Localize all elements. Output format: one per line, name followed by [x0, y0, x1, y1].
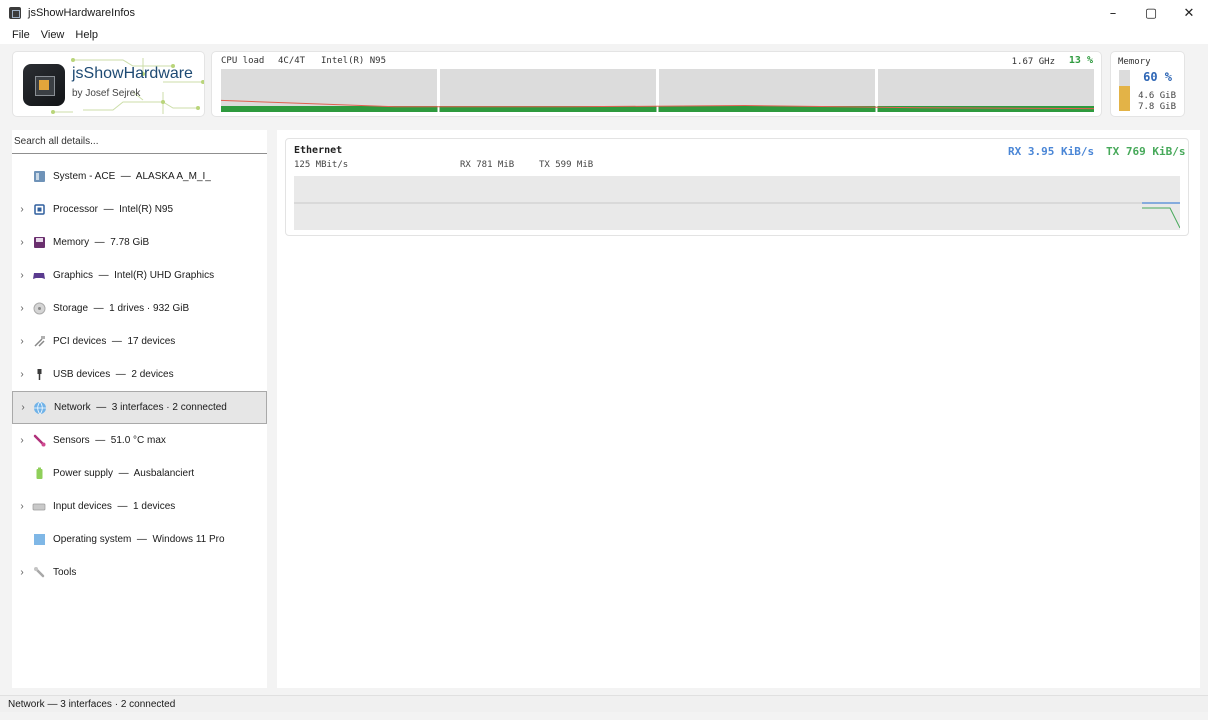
tree-item-label: System - ACE — ALASKA A_M_I_ — [53, 171, 211, 182]
chevron-right-icon[interactable]: › — [12, 369, 32, 380]
disk-icon — [32, 302, 46, 316]
tx-total: TX 599 MiB — [539, 160, 594, 170]
memory-usage-bar — [1119, 70, 1130, 111]
rx-total: RX 781 MiB — [460, 160, 515, 170]
chip-logo-icon — [23, 64, 65, 106]
status-text: Network — 3 interfaces · 2 connected — [8, 698, 176, 710]
chevron-right-icon[interactable]: › — [12, 270, 32, 281]
memory-usage-fill — [1119, 86, 1130, 111]
chevron-right-icon[interactable]: › — [12, 435, 32, 446]
search-input[interactable] — [12, 130, 267, 154]
chevron-right-icon[interactable]: › — [12, 303, 32, 314]
tree-item-usb[interactable]: › USB devices — 2 devices — [12, 358, 267, 391]
tree-item-power[interactable]: Power supply — Ausbalanciert — [12, 457, 267, 490]
tree-item-label: USB devices — 2 devices — [53, 369, 174, 380]
menu-file[interactable]: File — [12, 29, 30, 41]
tree-item-tools[interactable]: › Tools — [12, 556, 267, 589]
status-bar: Network — 3 interfaces · 2 connected — [0, 695, 1208, 712]
network-interface-card: Ethernet 125 MBit/s RX 781 MiB TX 599 Mi… — [285, 138, 1189, 236]
interface-name: Ethernet — [294, 145, 343, 156]
tree-item-label: Input devices — 1 devices — [53, 501, 176, 512]
memory-percent: 60 % — [1143, 70, 1172, 84]
chevron-right-icon[interactable]: › — [12, 567, 32, 578]
link-speed: 125 MBit/s — [294, 160, 349, 170]
app-icon — [9, 7, 21, 19]
tree-item-network[interactable]: › Network — 3 interfaces · 2 connected — [12, 391, 267, 424]
wrench-icon — [32, 566, 46, 580]
tree-item-pci[interactable]: › PCI devices — 17 devices — [12, 325, 267, 358]
cpu-load-graph — [221, 69, 1094, 112]
logo-name: jsShowHardware — [72, 65, 193, 82]
memory-panel: Memory 60 % 4.6 GiB 7.8 GiB — [1110, 51, 1185, 117]
windows-icon — [32, 533, 46, 547]
chevron-right-icon[interactable]: › — [12, 501, 32, 512]
globe-icon — [33, 401, 47, 415]
tree-item-os[interactable]: Operating system — Windows 11 Pro — [12, 523, 267, 556]
rx-rate: RX 3.95 KiB/s — [1008, 145, 1095, 158]
tree-item-label: Power supply — Ausbalanciert — [53, 468, 195, 479]
cpu-model: Intel(R) N95 — [321, 56, 387, 66]
thermometer-icon — [32, 434, 46, 448]
tree-item-graphics[interactable]: › Graphics — Intel(R) UHD Graphics — [12, 259, 267, 292]
chevron-right-icon[interactable]: › — [12, 204, 32, 215]
cpu-cores: 4C/4T — [278, 56, 306, 66]
battery-icon — [32, 467, 46, 481]
memory-total: 7.8 GiB — [1138, 102, 1176, 112]
menu-view[interactable]: View — [41, 29, 65, 41]
memory-icon — [32, 236, 46, 250]
menu-bar: File View Help — [0, 26, 1208, 44]
tree-item-label: Network — 3 interfaces · 2 connected — [54, 402, 227, 413]
tree-item-label: Sensors — 51.0 °C max — [53, 435, 166, 446]
tree-item-label: Operating system — Windows 11 Pro — [53, 534, 225, 545]
usb-icon — [32, 368, 46, 382]
cpu-load-panel: CPU load 4C/4T Intel(R) N95 1.67 GHz 13 … — [211, 51, 1102, 117]
cpu-frequency: 1.67 GHz — [1011, 57, 1055, 67]
tree-item-label: Processor — Intel(R) N95 — [53, 204, 174, 215]
keyboard-icon — [32, 500, 46, 514]
memory-label: Memory — [1118, 57, 1151, 67]
tree-item-memory[interactable]: › Memory — 7.78 GiB — [12, 226, 267, 259]
tree-item-sensors[interactable]: › Sensors — 51.0 °C max — [12, 424, 267, 457]
chevron-right-icon[interactable]: › — [12, 336, 32, 347]
processor-icon — [32, 203, 46, 217]
pci-icon — [32, 335, 46, 349]
tree-item-label: Storage — 1 drives · 932 GiB — [53, 303, 190, 314]
window-controls: – ▢ ✕ — [1094, 0, 1208, 26]
tree-item-input[interactable]: › Input devices — 1 devices — [12, 490, 267, 523]
gamepad-icon — [32, 269, 46, 283]
system-icon — [32, 170, 46, 184]
window-title: jsShowHardwareInfos — [28, 7, 135, 19]
cpu-load-percent: 13 % — [1068, 55, 1093, 66]
tree-item-label: Memory — 7.78 GiB — [53, 237, 150, 248]
cpu-load-label: CPU load — [221, 56, 265, 66]
sidebar: System - ACE — ALASKA A_M_I_ › Processor… — [12, 130, 267, 688]
tree-item-storage[interactable]: › Storage — 1 drives · 932 GiB — [12, 292, 267, 325]
logo-panel: jsShowHardware by Josef Sejrek — [12, 51, 205, 117]
tree-item-system[interactable]: System - ACE — ALASKA A_M_I_ — [12, 160, 267, 193]
network-traffic-graph — [294, 176, 1180, 230]
chevron-right-icon[interactable]: › — [12, 237, 32, 248]
core-graph-2 — [440, 69, 656, 112]
minimize-button[interactable]: – — [1094, 0, 1132, 26]
close-button[interactable]: ✕ — [1170, 0, 1208, 26]
memory-used: 4.6 GiB — [1138, 91, 1176, 101]
core-graph-4 — [878, 69, 1094, 112]
tree-item-label: PCI devices — 17 devices — [53, 336, 176, 347]
title-bar: jsShowHardwareInfos – ▢ ✕ — [0, 0, 1208, 26]
core-graph-1 — [221, 69, 437, 112]
tree-item-label: Tools — [53, 567, 77, 578]
details-panel: Ethernet 125 MBit/s RX 781 MiB TX 599 Mi… — [277, 130, 1200, 688]
tx-rate: TX 769 KiB/s — [1106, 145, 1186, 158]
tree-item-processor[interactable]: › Processor — Intel(R) N95 — [12, 193, 267, 226]
maximize-button[interactable]: ▢ — [1132, 0, 1170, 26]
chevron-right-icon[interactable]: › — [13, 402, 33, 413]
menu-help[interactable]: Help — [75, 29, 98, 41]
tree-item-label: Graphics — Intel(R) UHD Graphics — [53, 270, 215, 281]
logo-author: by Josef Sejrek — [72, 88, 141, 99]
